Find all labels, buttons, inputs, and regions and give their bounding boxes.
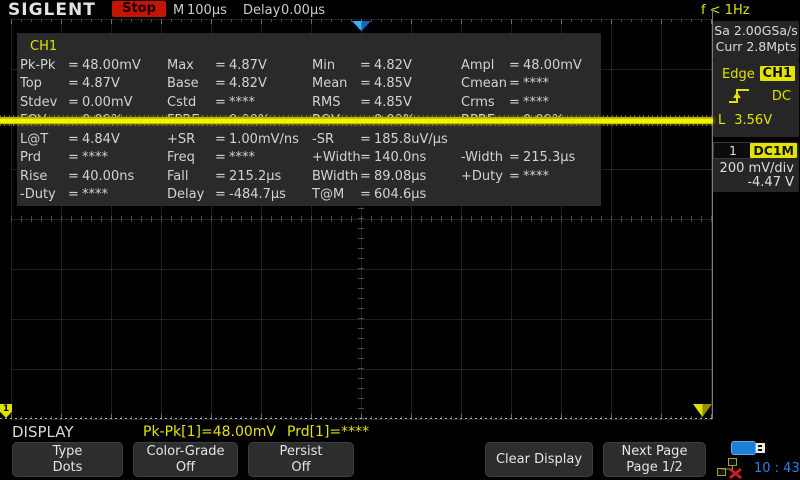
- sample-rate: Sa 2.00GSa/s: [713, 23, 799, 39]
- grid-bottom-border: [0, 418, 713, 419]
- memory-depth: Curr 2.8Mpts: [713, 39, 799, 55]
- measurement-mean: Mean=4.85V: [312, 76, 412, 91]
- measurement-ampl: Ampl=48.00mV: [461, 58, 582, 73]
- measurement-fall: Fall=215.2µs: [167, 169, 281, 184]
- measurement-row: -Duty=**** Delay=-484.7µs T@M=604.6µs: [17, 187, 601, 205]
- softkey-label: Next Page: [622, 444, 688, 460]
- measurement-row: L@T=4.84V +SR=1.00mV/ns -SR=185.8uV/µs: [17, 132, 601, 150]
- channel-offset: -4.47 V: [747, 175, 794, 190]
- status-measurement-1: Pk-Pk[1]=48.00mV: [143, 424, 276, 440]
- trace-core: [0, 119, 713, 123]
- measurement-row: Rise=40.00ns Fall=215.2µs BWidth=89.08µs +D…: [17, 169, 601, 187]
- trigger-source-badge: CH1: [760, 66, 795, 81]
- measurement-pk-pk: Pk-Pk=48.00mV: [20, 58, 141, 73]
- usb-device-icon: [731, 440, 767, 456]
- rising-edge-icon: [727, 86, 751, 110]
- measurement-+width: +Width=140.0ns: [312, 150, 426, 165]
- trigger-coupling: DC: [772, 89, 791, 104]
- softkey-color-grade[interactable]: Color-Grade Off: [133, 442, 238, 477]
- measurement-row: Stdev=0.00mV Cstd=**** RMS=4.85V Crms=****: [17, 95, 601, 113]
- softkey-value: Dots: [53, 460, 83, 476]
- measurement-block-2: L@T=4.84V +SR=1.00mV/ns -SR=185.8uV/µs Prd=…: [17, 132, 601, 205]
- channel1-waveform-trace: [0, 115, 713, 126]
- softkey-label: Clear Display: [496, 452, 582, 468]
- softkey-label: Persist: [280, 444, 323, 460]
- acquisition-info-box: Sa 2.00GSa/s Curr 2.8Mpts: [713, 21, 799, 60]
- measurement-prd: Prd=****: [20, 150, 108, 165]
- lan-disconnected-icon: [716, 457, 744, 479]
- measurement-delay: Delay=-484.7µs: [167, 187, 286, 202]
- measurement--sr: -SR=185.8uV/µs: [312, 132, 448, 147]
- measurement--duty: -Duty=****: [20, 187, 108, 202]
- softkey-label: Type: [53, 444, 83, 460]
- delay-label: Delay: [243, 3, 280, 18]
- measurement-l@t: L@T=4.84V: [20, 132, 120, 147]
- clock: 10 : 43: [754, 461, 800, 476]
- softkey-clear-display[interactable]: Clear Display: [485, 442, 593, 477]
- measurement-row: Prd=**** Freq=**** +Width=140.0ns -Width=21…: [17, 150, 601, 168]
- delay-value[interactable]: 0.00µs: [281, 3, 325, 18]
- channel1-descriptor-box[interactable]: 1 DC1M 200 mV/div -4.47 V: [713, 142, 799, 192]
- frequency-counter: f < 1Hz: [701, 3, 750, 18]
- measurement-base: Base=4.82V: [167, 76, 267, 91]
- trigger-level: L 3.56V: [718, 113, 772, 128]
- status-measurement-2: Prd[1]=****: [287, 424, 369, 440]
- softkey-next-page[interactable]: Next Page Page 1/2: [603, 442, 706, 477]
- measurement-crms: Crms=****: [461, 95, 549, 110]
- measurement-bwidth: BWidth=89.08µs: [312, 169, 426, 184]
- trigger-level-value: 3.56V: [734, 113, 772, 128]
- channel-coupling-badge: DC1M: [750, 143, 797, 158]
- trigger-info-box[interactable]: Edge CH1 DC L 3.56V: [713, 60, 799, 137]
- timebase-label: M: [173, 3, 184, 18]
- measurement-rms: RMS=4.85V: [312, 95, 412, 110]
- softkey-type[interactable]: Type Dots: [12, 442, 123, 477]
- trigger-type: Edge: [722, 67, 755, 82]
- measurement-+duty: +Duty=****: [461, 169, 549, 184]
- channel-scale: 200 mV/div: [720, 161, 794, 176]
- oscilloscope-screen: SIGLENT Stop M 100µs Delay 0.00µs f < 1H…: [0, 0, 800, 480]
- channel-number-tab: 1: [713, 142, 753, 159]
- run-state-badge[interactable]: Stop: [112, 1, 166, 17]
- measurement-stdev: Stdev=0.00mV: [20, 95, 133, 110]
- measurement-t@m: T@M=604.6µs: [312, 187, 426, 202]
- measurement-freq: Freq=****: [167, 150, 255, 165]
- timebase-value[interactable]: 100µs: [187, 3, 227, 18]
- softkey-persist[interactable]: Persist Off: [248, 442, 354, 477]
- measurement-row: Pk-Pk=48.00mV Max=4.87V Min=4.82V Ampl=48.0…: [17, 58, 601, 76]
- measurement-cmean: Cmean=****: [461, 76, 549, 91]
- measurement--width: -Width=215.3µs: [461, 150, 575, 165]
- measurement-cstd: Cstd=****: [167, 95, 255, 110]
- softkey-value: Page 1/2: [626, 460, 683, 476]
- softkey-label: Color-Grade: [147, 444, 225, 460]
- measurement-top: Top=4.87V: [20, 76, 120, 91]
- trigger-level-label: L: [718, 113, 725, 128]
- brand-logo: SIGLENT: [8, 0, 96, 20]
- measurement-+sr: +SR=1.00mV/ns: [167, 132, 299, 147]
- menu-title: DISPLAY: [12, 423, 74, 441]
- measurement-max: Max=4.87V: [167, 58, 267, 73]
- measurement-row: Top=4.87V Base=4.82V Mean=4.85V Cmean=****: [17, 76, 601, 94]
- measurement-channel-label: CH1: [30, 39, 57, 54]
- measurement-min: Min=4.82V: [312, 58, 412, 73]
- softkey-value: Off: [291, 460, 310, 476]
- measurement-rise: Rise=40.00ns: [20, 169, 134, 184]
- softkey-value: Off: [176, 460, 195, 476]
